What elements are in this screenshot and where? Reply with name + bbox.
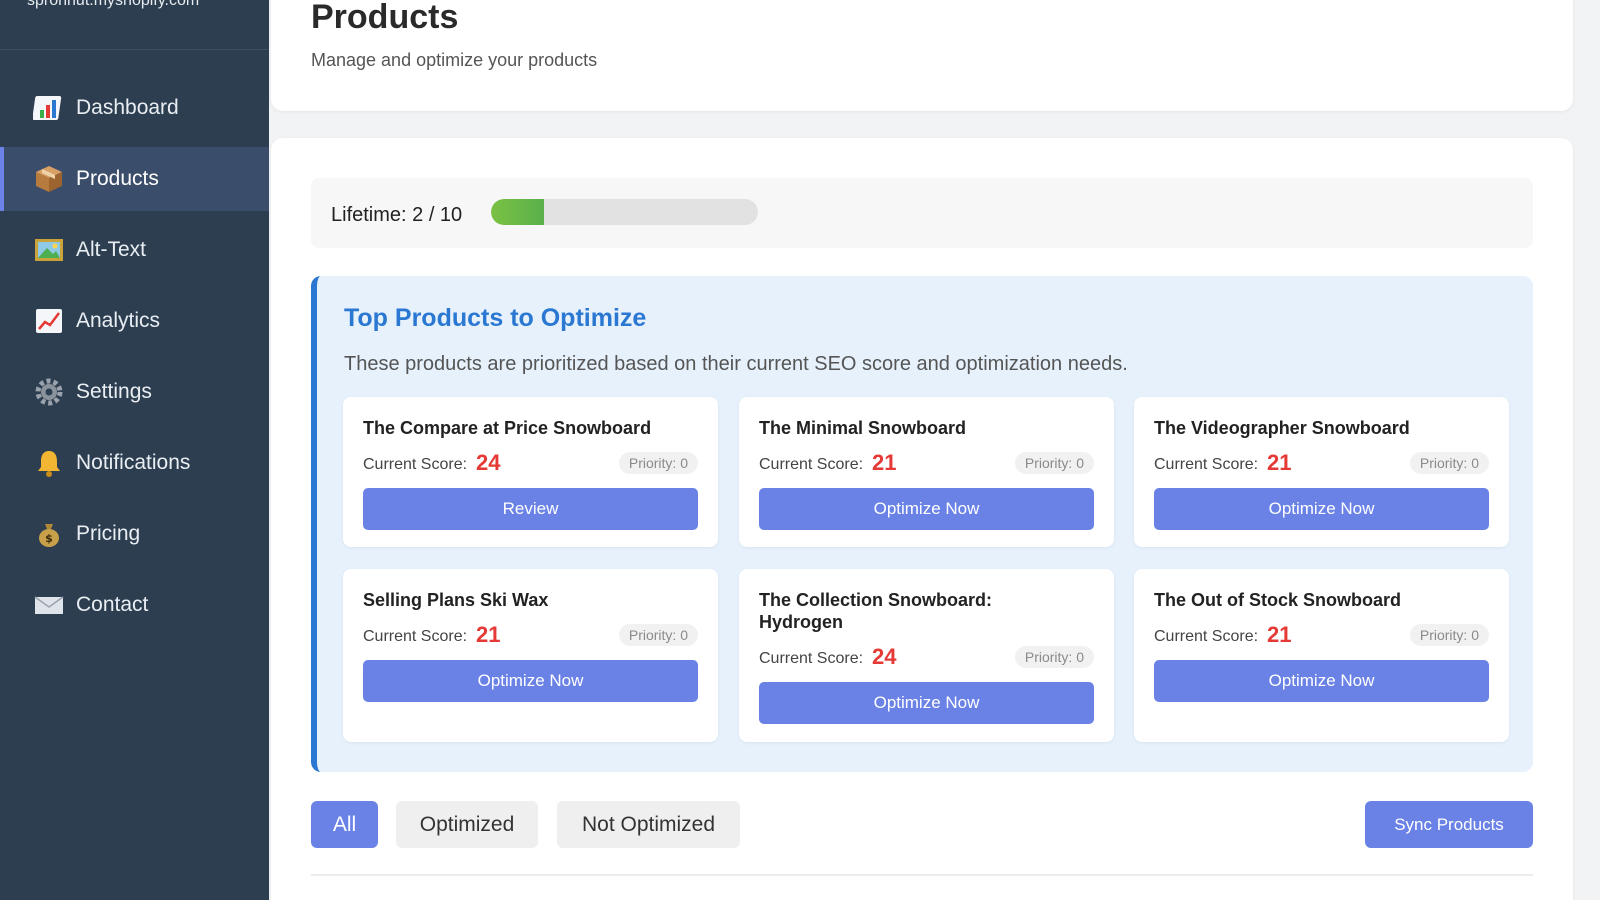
priority-badge: Priority: 0 bbox=[1014, 646, 1094, 668]
lifetime-progress-fill bbox=[491, 199, 545, 225]
product-card: Selling Plans Ski Wax Current Score: 21 … bbox=[343, 569, 718, 742]
score-row: Current Score: 21 Priority: 0 bbox=[1154, 622, 1489, 648]
score-row: Current Score: 21 Priority: 0 bbox=[363, 622, 698, 648]
score-row: Current Score: 24 Priority: 0 bbox=[759, 644, 1094, 670]
sidebar-item-label: Products bbox=[76, 167, 159, 190]
priority-badge: Priority: 0 bbox=[618, 452, 698, 474]
page-header: Products Manage and optimize your produc… bbox=[271, 0, 1573, 111]
optimize-now-button[interactable]: Optimize Now bbox=[363, 660, 698, 702]
sidebar-item-alt-text[interactable]: Alt-Text bbox=[0, 218, 269, 282]
sidebar-item-settings[interactable]: Settings bbox=[0, 360, 269, 424]
product-card: The Out of Stock Snowboard Current Score… bbox=[1134, 569, 1509, 742]
top-products-section: Top Products to Optimize These products … bbox=[311, 276, 1533, 772]
sidebar-item-label: Dashboard bbox=[76, 96, 179, 119]
gear-icon bbox=[32, 375, 66, 409]
score-row: Current Score: 21 Priority: 0 bbox=[759, 450, 1094, 476]
product-card: The Collection Snowboard: Hydrogen Curre… bbox=[739, 569, 1114, 742]
priority-badge: Priority: 0 bbox=[618, 624, 698, 646]
sidebar-item-pricing[interactable]: $ Pricing bbox=[0, 502, 269, 566]
score-row: Current Score: 24 Priority: 0 bbox=[363, 450, 698, 476]
sidebar-item-label: Analytics bbox=[76, 309, 161, 332]
product-card: The Compare at Price Snowboard Current S… bbox=[343, 397, 718, 547]
divider bbox=[311, 874, 1533, 876]
sidebar-item-products[interactable]: Products bbox=[0, 147, 269, 211]
sidebar-item-label: Alt-Text bbox=[76, 238, 147, 261]
score-label: Current Score: bbox=[1154, 628, 1259, 645]
score-label: Current Score: bbox=[1154, 456, 1259, 473]
money-bag-icon: $ bbox=[32, 517, 66, 551]
review-button[interactable]: Review bbox=[363, 488, 698, 530]
priority-badge: Priority: 0 bbox=[1409, 452, 1489, 474]
sidebar-divider bbox=[0, 49, 269, 50]
store-name: spronhut.myshopify.com bbox=[27, 0, 200, 9]
optimize-now-button[interactable]: Optimize Now bbox=[1154, 660, 1489, 702]
products-panel: Lifetime: 2 / 10 Top Products to Optimiz… bbox=[271, 138, 1573, 900]
bar-chart-icon bbox=[32, 91, 66, 125]
product-name: The Collection Snowboard: Hydrogen bbox=[759, 590, 992, 632]
score-value: 21 bbox=[1267, 450, 1292, 475]
sidebar-item-notifications[interactable]: Notifications bbox=[0, 431, 269, 495]
page-subtitle: Manage and optimize your products bbox=[311, 50, 598, 70]
picture-icon bbox=[32, 233, 66, 267]
score-value: 21 bbox=[476, 622, 501, 647]
score-label: Current Score: bbox=[363, 628, 468, 645]
lifetime-label: Lifetime: 2 / 10 bbox=[331, 204, 463, 226]
sidebar: spronhut.myshopify.com Dashboard Product… bbox=[0, 0, 269, 900]
svg-text:$: $ bbox=[45, 532, 53, 545]
score-label: Current Score: bbox=[759, 456, 864, 473]
lifetime-progress-bar bbox=[491, 199, 758, 225]
product-name: The Compare at Price Snowboard bbox=[363, 418, 652, 438]
product-name: The Out of Stock Snowboard bbox=[1154, 590, 1401, 610]
filter-not-optimized-button[interactable]: Not Optimized bbox=[557, 801, 740, 848]
score-value: 24 bbox=[872, 644, 897, 669]
product-card: The Minimal Snowboard Current Score: 21 … bbox=[739, 397, 1114, 547]
optimize-now-button[interactable]: Optimize Now bbox=[759, 488, 1094, 530]
priority-badge: Priority: 0 bbox=[1409, 624, 1489, 646]
sidebar-item-dashboard[interactable]: Dashboard bbox=[0, 76, 269, 140]
filter-optimized-button[interactable]: Optimized bbox=[396, 801, 538, 848]
sync-products-button[interactable]: Sync Products bbox=[1365, 801, 1533, 848]
optimize-now-button[interactable]: Optimize Now bbox=[759, 682, 1094, 724]
product-name: The Minimal Snowboard bbox=[759, 418, 967, 438]
sidebar-item-analytics[interactable]: Analytics bbox=[0, 289, 269, 353]
bell-icon bbox=[32, 446, 66, 480]
score-value: 21 bbox=[1267, 622, 1292, 647]
sidebar-item-label: Settings bbox=[76, 380, 152, 403]
sidebar-item-label: Pricing bbox=[76, 522, 141, 545]
filter-all-button[interactable]: All bbox=[311, 801, 378, 848]
optimize-now-button[interactable]: Optimize Now bbox=[1154, 488, 1489, 530]
package-icon bbox=[32, 162, 66, 196]
score-value: 21 bbox=[872, 450, 897, 475]
score-row: Current Score: 21 Priority: 0 bbox=[1154, 450, 1489, 476]
sidebar-item-label: Notifications bbox=[76, 451, 191, 474]
envelope-icon bbox=[32, 588, 66, 622]
priority-badge: Priority: 0 bbox=[1014, 452, 1094, 474]
top-products-description: These products are prioritized based on … bbox=[344, 353, 1128, 375]
line-chart-icon bbox=[32, 304, 66, 338]
lifetime-usage: Lifetime: 2 / 10 bbox=[311, 178, 1533, 248]
sidebar-item-label: Contact bbox=[76, 593, 149, 616]
sidebar-item-contact[interactable]: Contact bbox=[0, 573, 269, 637]
sidebar-nav: Dashboard Products Alt-Text Analytics Se… bbox=[0, 76, 269, 644]
score-label: Current Score: bbox=[363, 456, 468, 473]
product-name: The Videographer Snowboard bbox=[1154, 418, 1410, 438]
page-title: Products bbox=[311, 0, 459, 36]
product-card: The Videographer Snowboard Current Score… bbox=[1134, 397, 1509, 547]
score-value: 24 bbox=[476, 450, 501, 475]
top-products-title: Top Products to Optimize bbox=[344, 304, 647, 332]
score-label: Current Score: bbox=[759, 650, 864, 667]
product-name: Selling Plans Ski Wax bbox=[363, 590, 549, 610]
